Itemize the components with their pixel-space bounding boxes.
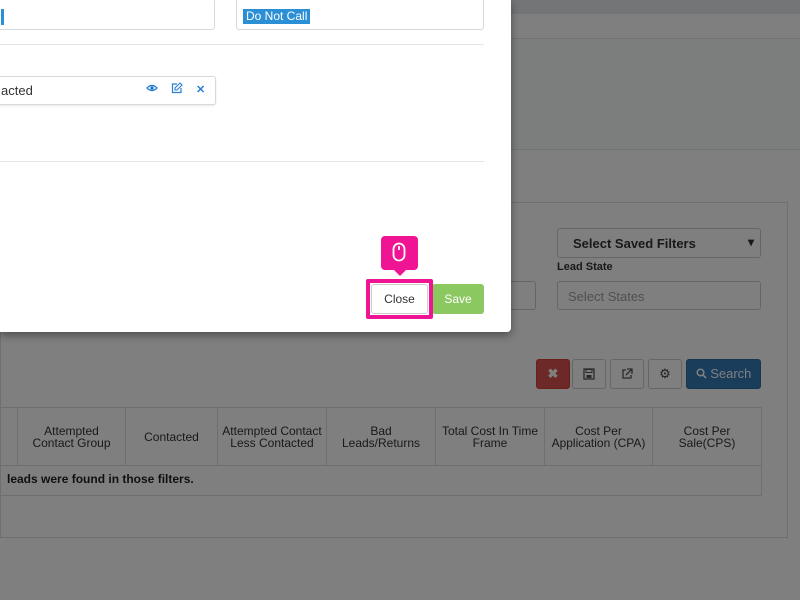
selected-tag [1,9,4,25]
tag-select-left[interactable] [0,0,215,30]
eye-icon[interactable] [146,82,158,97]
click-target-highlight [366,279,433,319]
do-not-call-tag[interactable]: Do Not Call [243,9,311,24]
group-name: acted [1,83,33,98]
mouse-click-badge [381,236,418,276]
save-button[interactable]: Save [432,284,484,314]
divider [0,161,484,162]
close-icon[interactable]: ✕ [196,83,205,96]
group-list-item: acted ✕ [0,76,216,105]
edit-icon[interactable] [171,82,183,97]
mouse-icon [392,242,406,262]
divider [0,44,484,45]
tag-select-right[interactable]: Do Not Call [236,0,484,30]
edit-modal: Do Not Call acted ✕ Close Save [0,0,511,332]
